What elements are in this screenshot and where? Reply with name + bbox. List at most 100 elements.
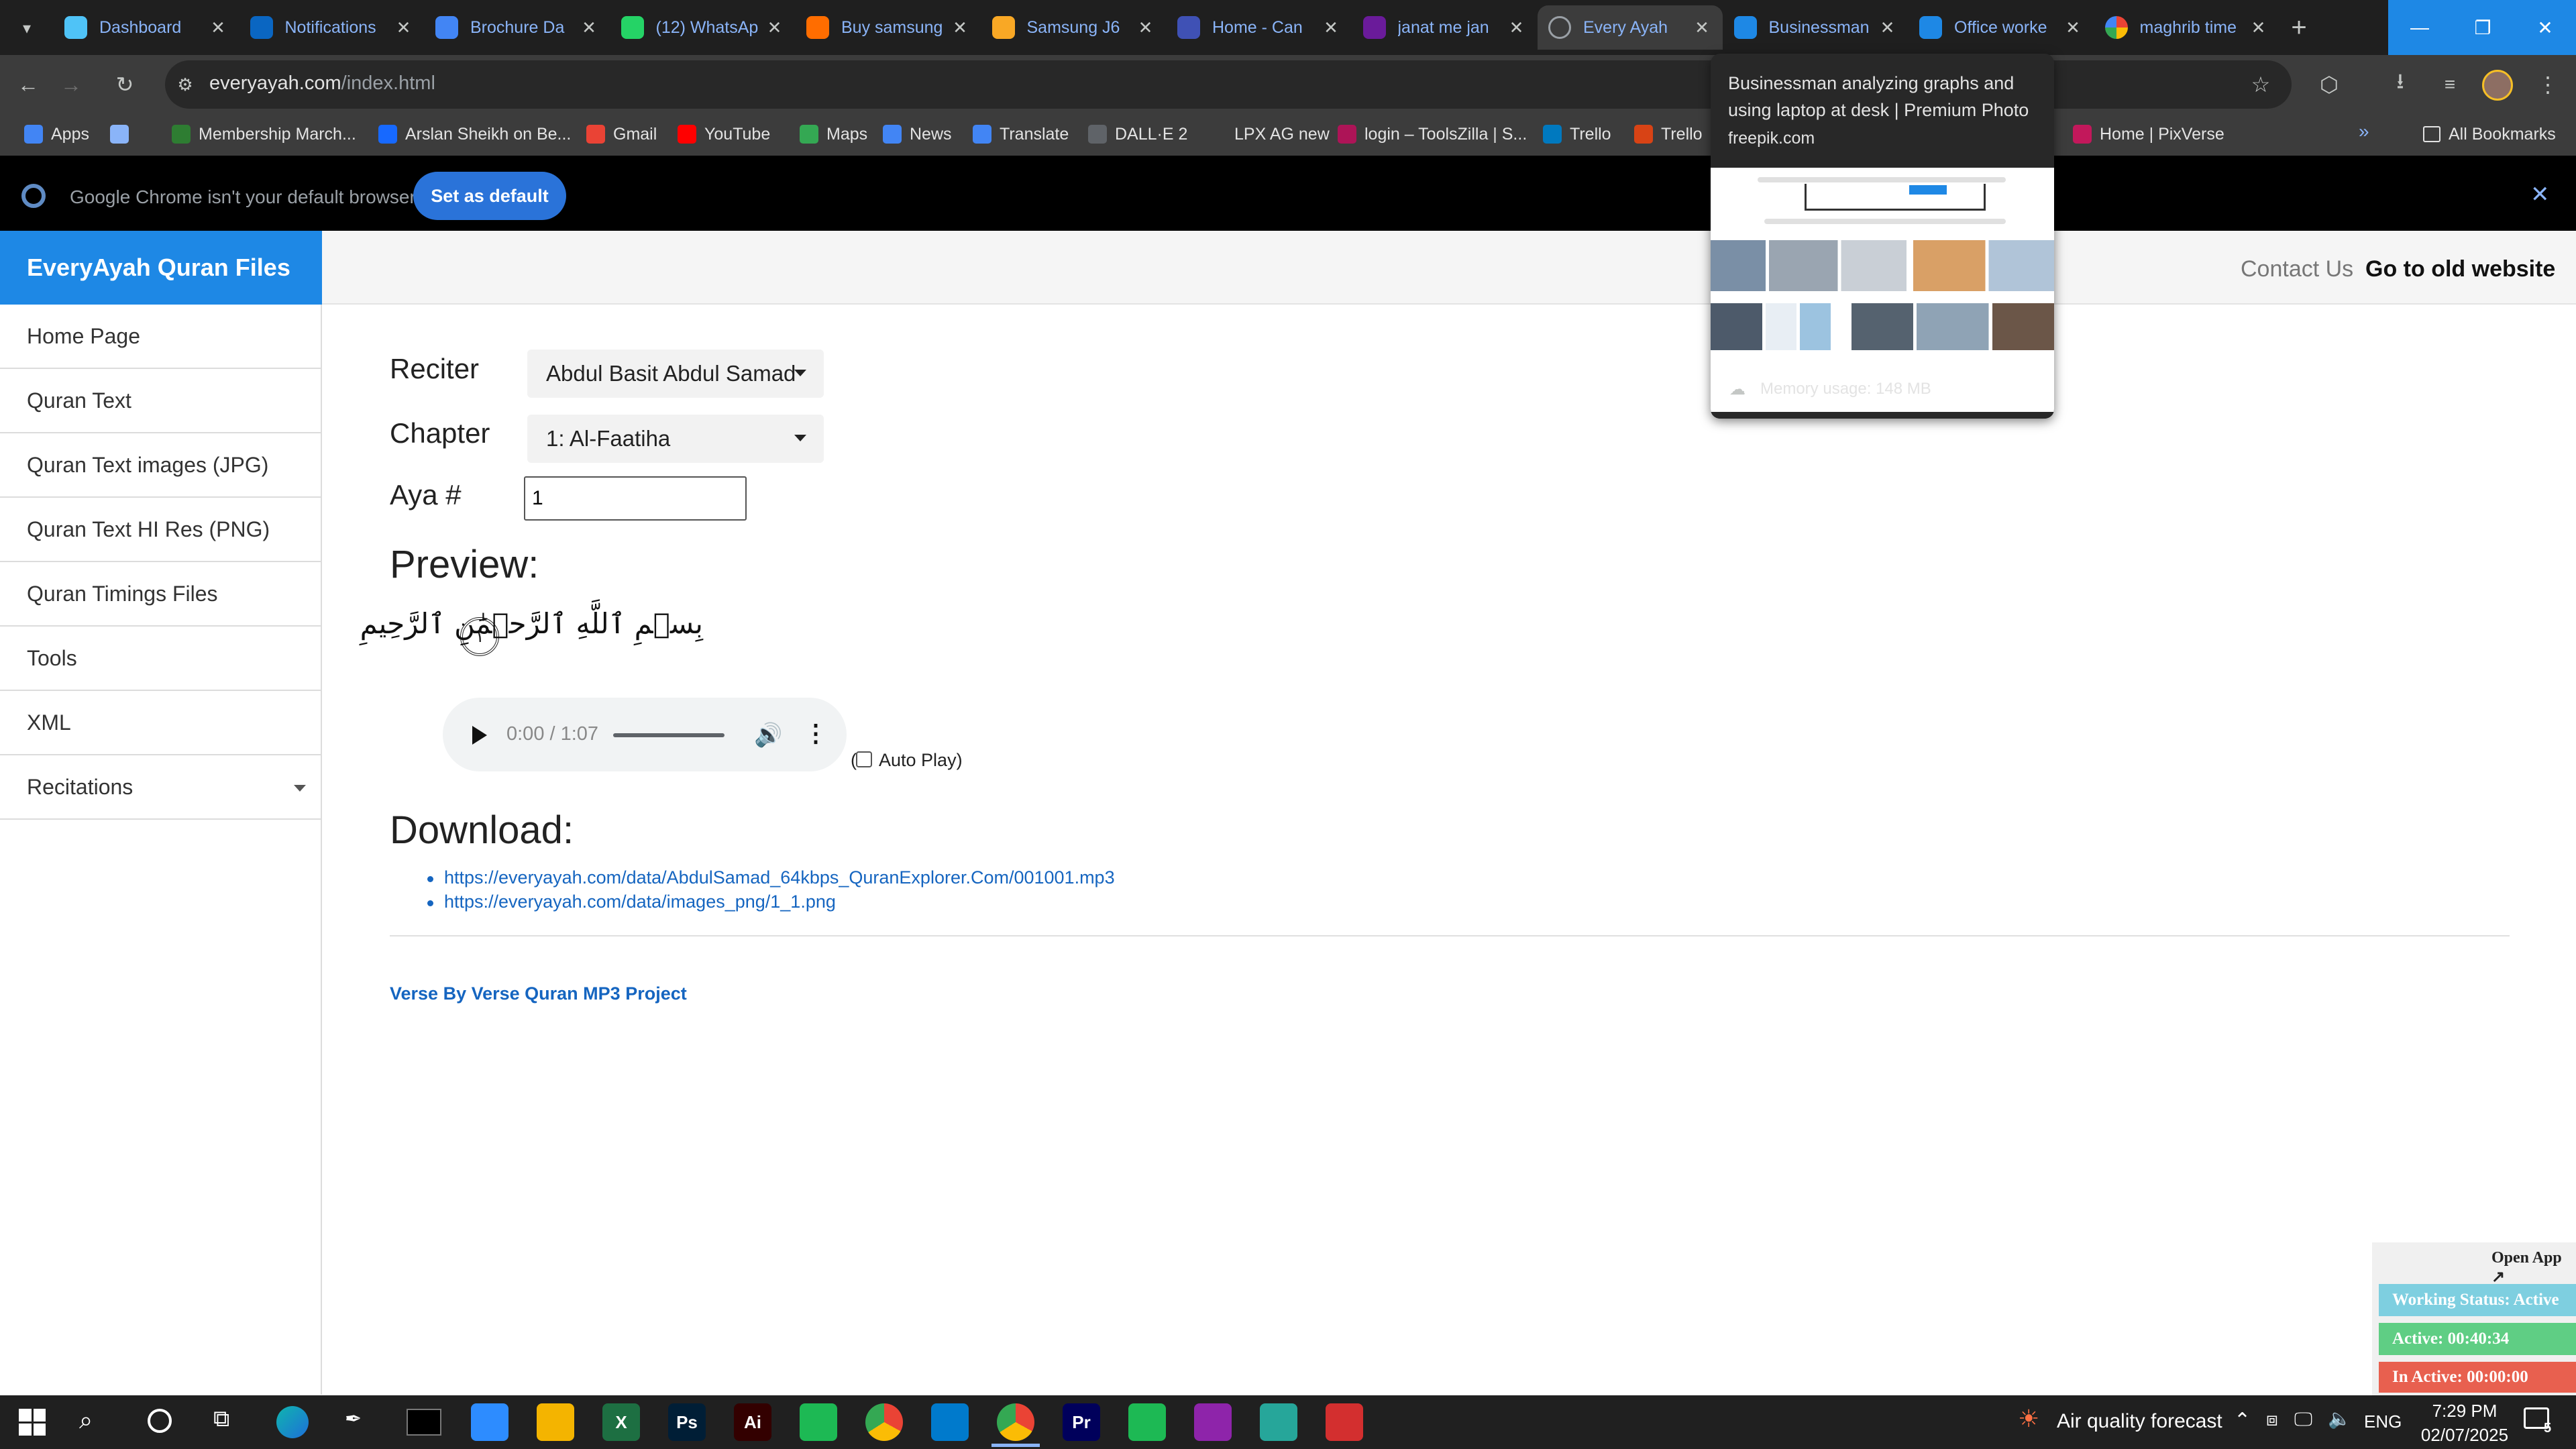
bookmark-star-icon[interactable]: ☆ (2246, 70, 2275, 99)
acrobat-icon[interactable] (1326, 1403, 1363, 1441)
chapter-select[interactable]: 1: Al-Faatiha (527, 415, 824, 463)
tab-close-icon[interactable]: ✕ (1321, 17, 1341, 38)
excel-icon[interactable]: X (602, 1403, 640, 1441)
volume-icon[interactable]: 🔊 (754, 722, 782, 749)
site-brand[interactable]: EveryAyah Quran Files (0, 231, 322, 305)
all-bookmarks[interactable]: All Bookmarks (2423, 121, 2556, 148)
volume-tray-icon[interactable]: 🔈 (2328, 1407, 2351, 1430)
tab-close-icon[interactable]: ✕ (2249, 17, 2269, 38)
bookmark-item[interactable] (110, 121, 137, 148)
photoshop-icon[interactable]: Ps (668, 1403, 706, 1441)
chrome-menu-icon[interactable]: ⋮ (2533, 70, 2563, 99)
tab[interactable]: Office worke ✕ (1909, 5, 2094, 50)
tab[interactable]: maghrib time ✕ (2094, 5, 2279, 50)
audio-more-icon[interactable]: ⋮ (804, 719, 828, 747)
download-link-png[interactable]: https://everyayah.com/data/images_png/1_… (444, 892, 836, 912)
audio-seek-bar[interactable] (613, 733, 724, 737)
tab[interactable]: Notifications ✕ (239, 5, 425, 50)
tab-search-button[interactable]: ▾ (13, 15, 40, 42)
sidebar-item[interactable]: Recitations (0, 755, 321, 820)
bookmark-item[interactable]: Apps (24, 121, 89, 148)
green-app-icon[interactable] (800, 1403, 837, 1441)
chrome-icon[interactable] (865, 1403, 903, 1441)
bookmark-item[interactable]: News (883, 121, 952, 148)
language-indicator[interactable]: ENG (2364, 1411, 2402, 1432)
bookmark-item[interactable]: Home | PixVerse (2073, 121, 2224, 148)
winrar-icon[interactable] (1194, 1403, 1232, 1441)
zoom-app-icon[interactable] (471, 1403, 508, 1441)
sidebar-item[interactable]: Quran Text images (JPG) (0, 433, 321, 498)
tray-chevron-icon[interactable]: ⌃ (2234, 1409, 2251, 1432)
premiere-icon[interactable]: Pr (1063, 1403, 1100, 1441)
clock-date[interactable]: 02/07/2025 (2415, 1425, 2514, 1446)
aya-input[interactable] (524, 476, 747, 521)
task-view-icon[interactable]: ⧉ (213, 1406, 229, 1432)
new-tab-button[interactable]: + (2284, 12, 2314, 43)
bookmark-item[interactable]: Membership March... (172, 121, 356, 148)
bookmark-item[interactable]: Trello (1543, 121, 1611, 148)
downloads-icon[interactable]: ⭳ (2385, 69, 2415, 99)
illustrator-icon[interactable]: Ai (734, 1403, 771, 1441)
tab-close-icon[interactable]: ✕ (1136, 17, 1156, 38)
tab[interactable]: Brochure Da ✕ (425, 5, 610, 50)
media-controls-icon[interactable]: ≡ (2435, 70, 2465, 99)
tab[interactable]: Businessman ✕ (1723, 5, 1909, 50)
close-window-button[interactable]: ✕ (2514, 0, 2576, 55)
terminal-icon[interactable] (407, 1409, 441, 1436)
tab-close-icon[interactable]: ✕ (2063, 17, 2083, 38)
download-link-mp3[interactable]: https://everyayah.com/data/AbdulSamad_64… (444, 867, 1115, 888)
bookmarks-overflow-icon[interactable]: » (2359, 121, 2369, 142)
old-website-link[interactable]: Go to old website (2365, 256, 2555, 282)
sidebar-item[interactable]: Tools (0, 627, 321, 691)
tab-close-icon[interactable]: ✕ (208, 17, 228, 38)
sidebar-item[interactable]: Quran Timings Files (0, 562, 321, 627)
tab-close-icon[interactable]: ✕ (1878, 17, 1898, 38)
start-button[interactable] (19, 1409, 46, 1436)
bookmark-item[interactable]: login – ToolsZilla | S... (1338, 121, 1527, 148)
auto-play-checkbox[interactable] (856, 751, 872, 767)
reciter-select[interactable]: Abdul Basit Abdul Samad (527, 350, 824, 398)
pen-icon[interactable]: ✒ (345, 1407, 362, 1431)
meet-now-icon[interactable]: ⧈ (2266, 1409, 2278, 1431)
restore-button[interactable]: ❐ (2451, 0, 2514, 55)
bookmark-item[interactable]: Gmail (586, 121, 657, 148)
contact-us-link[interactable]: Contact Us (2241, 256, 2353, 282)
bookmark-item[interactable]: YouTube (678, 121, 770, 148)
infobar-close-icon[interactable]: ✕ (2530, 181, 2550, 208)
site-info-icon[interactable]: ⚙ (170, 70, 200, 99)
tab[interactable]: Samsung J6 ✕ (981, 5, 1167, 50)
set-default-button[interactable]: Set as default (413, 172, 566, 220)
tab-close-icon[interactable]: ✕ (579, 17, 599, 38)
tab-close-icon[interactable]: ✕ (765, 17, 785, 38)
tab[interactable]: Dashboard ✕ (54, 5, 239, 50)
extensions-icon[interactable]: ⬡ (2314, 70, 2344, 99)
sidebar-item[interactable]: XML (0, 691, 321, 755)
sidebar-item[interactable]: Home Page (0, 305, 321, 369)
tab-close-icon[interactable]: ✕ (950, 17, 970, 38)
tab[interactable]: (12) WhatsAp ✕ (610, 5, 796, 50)
weather-widget[interactable]: Air quality forecast (2057, 1410, 2222, 1433)
green-app-icon[interactable] (1128, 1403, 1166, 1441)
tab[interactable]: Buy samsung ✕ (796, 5, 981, 50)
bookmark-item[interactable]: Maps (800, 121, 867, 148)
minimize-button[interactable]: — (2388, 0, 2451, 55)
forward-button[interactable]: → (56, 70, 86, 99)
vscode-icon[interactable] (931, 1403, 969, 1441)
tab[interactable]: Home - Can ✕ (1167, 5, 1352, 50)
tab-close-icon[interactable]: ✕ (394, 17, 414, 38)
bookmark-item[interactable]: Arslan Sheikh on Be... (378, 121, 571, 148)
bookmark-item[interactable]: Trello (1634, 121, 1703, 148)
profile-avatar[interactable] (2482, 70, 2513, 101)
bookmark-item[interactable]: Translate (973, 121, 1069, 148)
tab[interactable]: janat me jan ✕ (1352, 5, 1538, 50)
tab-close-icon[interactable]: ✕ (1692, 17, 1712, 38)
search-icon[interactable]: ⌕ (79, 1406, 93, 1435)
url-text[interactable]: everyayah.com/index.html (209, 72, 435, 95)
bookmark-item[interactable]: LPX AG new (1208, 121, 1330, 148)
file-explorer-icon[interactable] (537, 1403, 574, 1441)
open-app-button[interactable]: Open App ↗ (2491, 1249, 2576, 1287)
edge-icon[interactable] (276, 1406, 309, 1438)
footer-project-link[interactable]: Verse By Verse Quran MP3 Project (390, 983, 687, 1004)
chrome-icon[interactable] (997, 1403, 1034, 1441)
sidebar-item[interactable]: Quran Text (0, 369, 321, 433)
